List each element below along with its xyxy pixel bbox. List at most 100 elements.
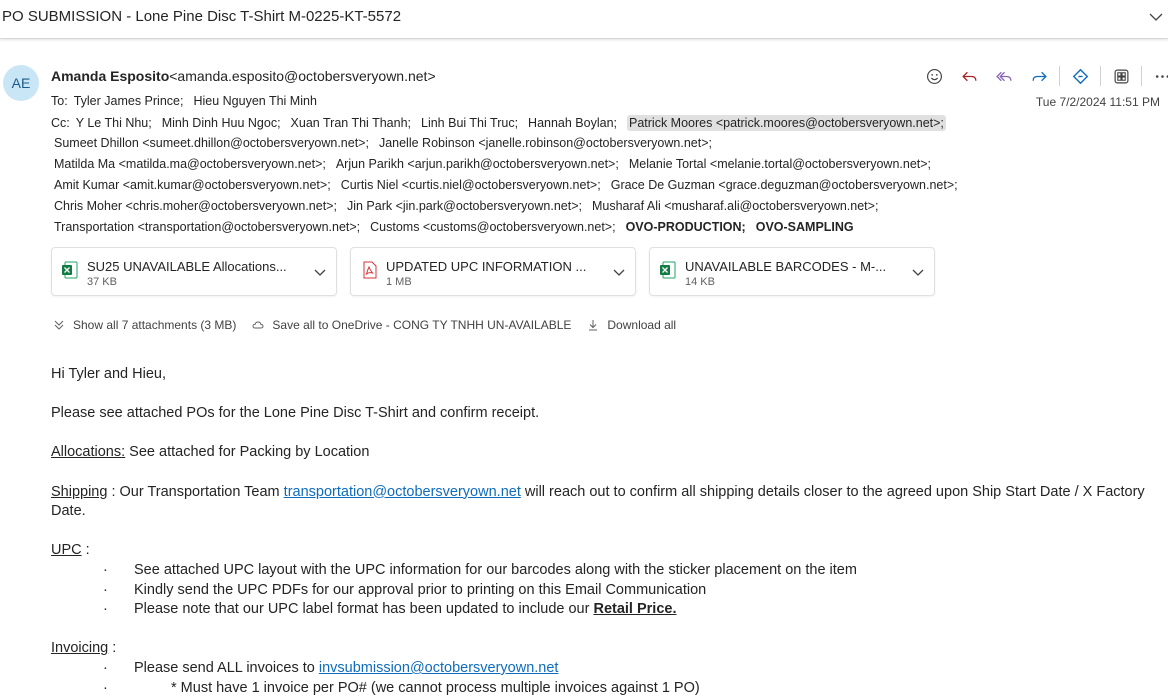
double-chevron-down-icon [53, 319, 65, 331]
recipient[interactable]: Customs <customs@octobersveryown.net>; [370, 220, 615, 234]
cc-line: Chris Moher <chris.moher@octobersveryown… [54, 199, 888, 213]
emoji-button[interactable] [922, 64, 946, 88]
loop-icon [1072, 68, 1089, 85]
attachment-card[interactable]: SU25 UNAVAILABLE Allocations... 37 KB [51, 247, 337, 296]
loop-button[interactable] [1068, 64, 1092, 88]
intro-paragraph: Please see attached POs for the Lone Pin… [51, 404, 1161, 424]
recipient[interactable]: Janelle Robinson <janelle.robinson@octob… [379, 136, 712, 150]
recipient[interactable]: Matilda Ma <matilda.ma@octobersveryown.n… [54, 157, 326, 171]
list-item: ·Please send ALL invoices to invsubmissi… [51, 659, 1161, 679]
download-all-label: Download all [607, 318, 676, 332]
allocations-heading: Allocations: [51, 444, 125, 460]
attachment-card[interactable]: UNAVAILABLE BARCODES - M-... 14 KB [649, 247, 935, 296]
recipient[interactable]: Curtis Niel <curtis.niel@octobersveryown… [341, 178, 601, 192]
cc-line: Transportation <transportation@octobersv… [54, 220, 864, 234]
message-actions [922, 64, 1168, 88]
shipping-paragraph: Shipping : Our Transportation Team trans… [51, 483, 1161, 522]
recipient[interactable]: Minh Dinh Huu Ngoc; [162, 116, 281, 130]
sender-name[interactable]: Amanda Esposito [51, 68, 169, 84]
avatar[interactable]: AE [3, 65, 39, 101]
apps-icon [1113, 68, 1130, 85]
recipient-selected[interactable]: Patrick Moores <patrick.moores@octobersv… [627, 115, 946, 131]
recipient[interactable]: Musharaf Ali <musharaf.ali@octobersveryo… [592, 199, 878, 213]
bullet: · [51, 679, 134, 698]
reply-button[interactable] [957, 64, 981, 88]
more-icon [1154, 68, 1168, 85]
cc-line: Sumeet Dhillon <sumeet.dhillon@octobersv… [54, 136, 722, 150]
greeting: Hi Tyler and Hieu, [51, 365, 1161, 385]
cc-line: Matilda Ma <matilda.ma@octobersveryown.n… [54, 157, 941, 171]
toolbar-divider [1100, 66, 1101, 86]
chevron-down-icon[interactable] [911, 265, 925, 279]
transportation-email-link[interactable]: transportation@octobersveryown.net [284, 484, 521, 500]
recipient[interactable]: Melanie Tortal <melanie.tortal@octobersv… [629, 157, 931, 171]
toolbar-divider [1141, 66, 1142, 86]
attachment-name: UPDATED UPC INFORMATION ... [386, 259, 586, 274]
invoice-email-link[interactable]: invsubmission@octobersveryown.net [319, 660, 559, 676]
recipient[interactable]: Grace De Guzman <grace.deguzman@octobers… [611, 178, 958, 192]
reply-icon [961, 68, 978, 85]
list-item: ·Please note that our UPC label format h… [51, 600, 1161, 620]
attachment-size: 14 KB [685, 276, 715, 288]
cc-line: Amit Kumar <amit.kumar@octobersveryown.n… [54, 178, 968, 192]
attachment-size: 1 MB [386, 276, 412, 288]
show-all-attachments-link[interactable]: Show all 7 attachments (3 MB) [53, 318, 236, 332]
recipient-group[interactable]: OVO-SAMPLING [756, 220, 854, 234]
recipient[interactable]: Transportation <transportation@octobersv… [54, 220, 360, 234]
attachment-name: UNAVAILABLE BARCODES - M-... [685, 259, 886, 274]
bullet-text: Please send ALL invoices to [134, 660, 319, 676]
show-all-label: Show all 7 attachments (3 MB) [73, 318, 236, 332]
recipient-group[interactable]: OVO-PRODUCTION; [626, 220, 746, 234]
chevron-down-icon[interactable] [1148, 9, 1164, 25]
attachment-card[interactable]: UPDATED UPC INFORMATION ... 1 MB [350, 247, 636, 296]
download-all-link[interactable]: Download all [587, 318, 676, 332]
sender-line: Amanda Esposito<amanda.esposito@octobers… [51, 68, 436, 84]
excel-file-icon [659, 261, 677, 279]
bullet-subtext: * Must have 1 invoice per PO# (we cannot… [134, 679, 700, 698]
recipient[interactable]: Arjun Parikh <arjun.parikh@octobersveryo… [336, 157, 619, 171]
sent-date: Tue 7/2/2024 11:51 PM [1036, 95, 1160, 109]
chevron-down-icon[interactable] [612, 265, 626, 279]
recipient[interactable]: Chris Moher <chris.moher@octobersveryown… [54, 199, 337, 213]
download-icon [587, 319, 599, 331]
recipient[interactable]: Y Le Thi Nhu; [76, 116, 152, 130]
upc-colon: : [82, 542, 90, 558]
emoji-icon [926, 68, 943, 85]
bullet: · [51, 581, 134, 601]
bullet-text: Please note that our UPC label format ha… [134, 601, 593, 617]
recipient[interactable]: Amit Kumar <amit.kumar@octobersveryown.n… [54, 178, 331, 192]
forward-button[interactable] [1027, 64, 1051, 88]
attachment-actions: Show all 7 attachments (3 MB) Save all t… [53, 318, 692, 332]
email-subject: PO SUBMISSION - Lone Pine Disc T-Shirt M… [2, 8, 401, 25]
recipient[interactable]: Sumeet Dhillon <sumeet.dhillon@octobersv… [54, 136, 369, 150]
bullet: · [51, 600, 134, 620]
bullet: · [51, 659, 134, 679]
recipient[interactable]: Tyler James Prince; [74, 94, 184, 108]
sender-email[interactable]: <amanda.esposito@octobersveryown.net> [169, 68, 435, 84]
recipient[interactable]: Jin Park <jin.park@octobersveryown.net>; [347, 199, 582, 213]
invoicing-heading-line: Invoicing : [51, 639, 1161, 659]
to-line: To:Tyler James Prince;Hieu Nguyen Thi Mi… [51, 94, 327, 108]
recipient[interactable]: Hieu Nguyen Thi Minh [193, 94, 316, 108]
upc-heading: UPC [51, 542, 82, 558]
attachment-name: SU25 UNAVAILABLE Allocations... [87, 259, 287, 274]
invoicing-colon: : [108, 640, 116, 656]
pdf-file-icon [360, 261, 378, 279]
cc-label: Cc: [51, 116, 70, 130]
toolbar-divider [1059, 66, 1060, 86]
cloud-icon [252, 319, 264, 331]
more-button[interactable] [1150, 64, 1168, 88]
recipient[interactable]: Linh Bui Thi Truc; [421, 116, 518, 130]
recipient[interactable]: Hannah Boylan; [528, 116, 617, 130]
apps-button[interactable] [1109, 64, 1133, 88]
reply-all-button[interactable] [992, 64, 1016, 88]
allocations-paragraph: Allocations: See attached for Packing by… [51, 443, 1161, 463]
list-item: ·See attached UPC layout with the UPC in… [51, 561, 1161, 581]
list-item: ·* Must have 1 invoice per PO# (we canno… [51, 679, 1161, 698]
save-to-onedrive-link[interactable]: Save all to OneDrive - CONG TY TNHH UN-A… [252, 318, 571, 332]
bullet-text: Kindly send the UPC PDFs for our approva… [134, 581, 706, 601]
save-onedrive-label: Save all to OneDrive - CONG TY TNHH UN-A… [272, 318, 571, 332]
recipient[interactable]: Xuan Tran Thi Thanh; [291, 116, 411, 130]
chevron-down-icon[interactable] [313, 265, 327, 279]
bullet-text: See attached UPC layout with the UPC inf… [134, 561, 857, 581]
